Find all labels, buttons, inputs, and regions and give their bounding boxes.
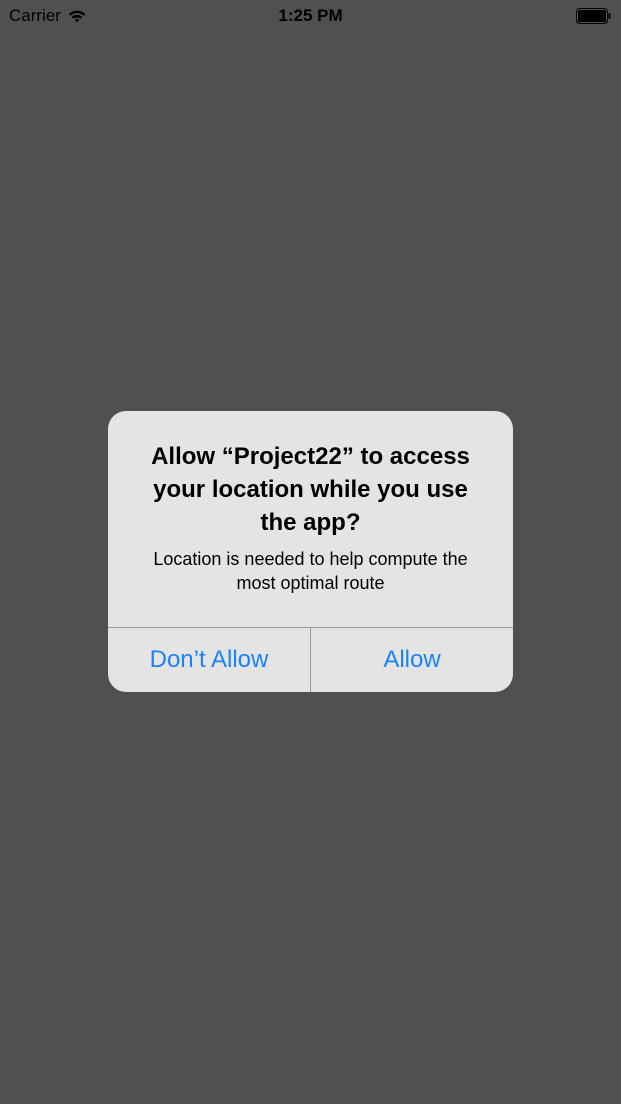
alert-body: Allow “Project22” to access your locatio… <box>108 411 513 627</box>
status-bar: Carrier 1:25 PM <box>0 0 621 32</box>
alert-title: Allow “Project22” to access your locatio… <box>151 443 470 536</box>
alert-message: Location is needed to help compute the m… <box>153 549 468 593</box>
battery-icon <box>576 8 611 24</box>
location-permission-alert: Allow “Project22” to access your locatio… <box>108 411 513 692</box>
dont-allow-button[interactable]: Don’t Allow <box>108 628 310 692</box>
status-time: 1:25 PM <box>278 6 343 25</box>
allow-button[interactable]: Allow <box>311 628 513 692</box>
